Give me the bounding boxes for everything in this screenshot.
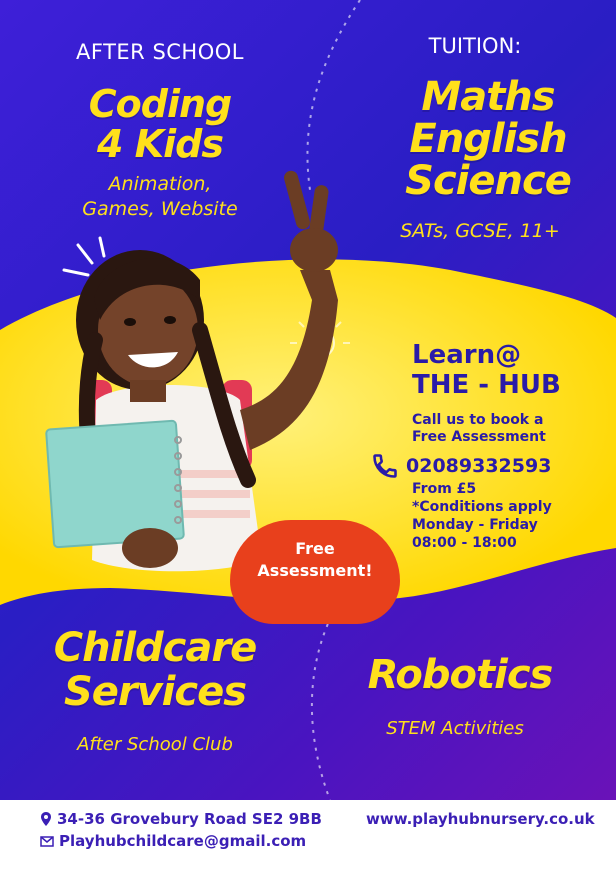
email-link[interactable]: Playhubchildcare@gmail.com [59, 832, 306, 850]
coding-title-line1: Coding [88, 82, 232, 126]
info-block: From £5 *Conditions apply Monday - Frida… [412, 480, 552, 552]
phone-number[interactable]: 02089332593 [406, 455, 551, 477]
subject-english: English [409, 116, 567, 162]
tuition-heading: TUITION: [428, 34, 522, 58]
footer: 34-36 Grovebury Road SE2 9BB Playhubchil… [0, 800, 616, 872]
childcare-line1: Childcare [53, 625, 257, 671]
call-to-book-text: Call us to book a Free Assessment [412, 412, 602, 446]
coding-title: Coding 4 Kids [30, 84, 290, 164]
childcare-title: Childcare Services [30, 626, 280, 714]
childcare-subtitle: After School Club [77, 734, 233, 755]
subject-science: Science [405, 158, 572, 204]
tuition-subjects: Maths English Science [370, 76, 606, 202]
coding-title-line2: 4 Kids [97, 122, 224, 166]
website-link[interactable]: www.playhubnursery.co.uk [366, 810, 595, 828]
call-line2: Free Assessment [412, 429, 546, 445]
learn-line2: THE - HUB [412, 370, 561, 400]
childcare-line2: Services [63, 669, 247, 715]
dashed-curve-top [306, 0, 361, 191]
opening-hours: 08:00 - 18:00 [412, 535, 517, 551]
location-pin-icon [41, 812, 51, 826]
robotics-title: Robotics [367, 652, 554, 698]
poster: AFTER SCHOOL Coding 4 Kids Animation, Ga… [0, 0, 616, 800]
address-text: 34-36 Grovebury Road SE2 9BB [57, 810, 322, 828]
phone-icon [373, 454, 397, 478]
learn-line1: Learn@ [412, 340, 522, 370]
conditions-text: *Conditions apply [412, 499, 552, 515]
free-assessment-badge: Free Assessment! [230, 520, 400, 624]
opening-days: Monday - Friday [412, 517, 538, 533]
coding-subtitle: Animation, Games, Website [40, 172, 280, 222]
price-value: £5 [456, 481, 477, 497]
dashed-curve-bottom [310, 599, 341, 800]
from-label: From [412, 481, 452, 497]
robotics-subtitle: STEM Activities [386, 718, 524, 739]
phone-row[interactable]: 02089332593 [370, 452, 551, 480]
coding-sub-line1: Animation, [108, 173, 212, 195]
website-row[interactable]: www.playhubnursery.co.uk [366, 810, 595, 828]
price-line: From £5 [412, 480, 552, 498]
mail-icon [40, 835, 54, 847]
address-row: 34-36 Grovebury Road SE2 9BB [40, 810, 322, 828]
subject-maths: Maths [421, 74, 555, 120]
tuition-levels: SATs, GCSE, 11+ [400, 220, 560, 242]
call-line1: Call us to book a [412, 412, 544, 428]
learn-at-the-hub-title: Learn@ THE - HUB [412, 340, 561, 400]
badge-line1: Free [295, 539, 335, 558]
badge-line2: Assessment! [257, 561, 373, 580]
after-school-heading: AFTER SCHOOL [76, 40, 244, 64]
email-row[interactable]: Playhubchildcare@gmail.com [40, 832, 306, 850]
coding-sub-line2: Games, Website [82, 198, 238, 220]
